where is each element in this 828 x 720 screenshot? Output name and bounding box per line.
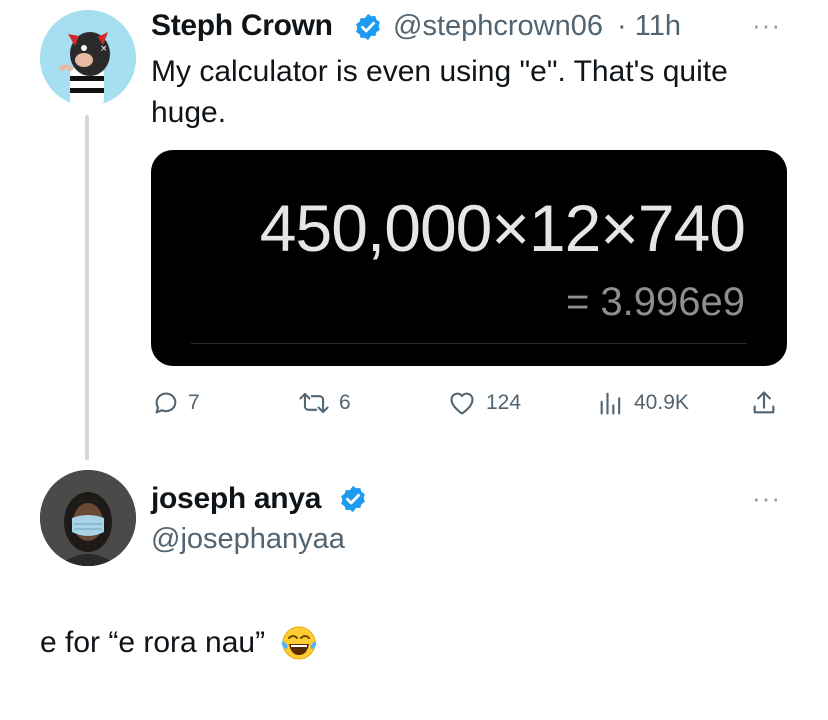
reply-count: 7	[188, 391, 200, 414]
calculator-expression: 450,000×12×740	[259, 191, 746, 265]
reply-text: e for “e rora nau”	[40, 622, 319, 663]
calculator-result: = 3.996e9	[565, 280, 745, 324]
verified-badge-icon	[353, 12, 383, 47]
like-count: 124	[486, 391, 522, 414]
calculator-screenshot[interactable]: 450,000×12×740 = 3.996e9	[151, 150, 787, 366]
heart-icon	[450, 392, 474, 415]
like-button[interactable]: 124	[446, 389, 521, 417]
retweet-count: 6	[339, 391, 351, 414]
more-options-icon[interactable]: ···	[752, 10, 781, 41]
reply-button[interactable]: 7	[152, 389, 200, 417]
tweet-text-line-2: huge.	[151, 96, 227, 129]
views-button[interactable]: 40.9K	[596, 389, 689, 417]
avatar[interactable]	[40, 470, 136, 566]
avatar-photo	[40, 470, 136, 566]
author-name[interactable]: Steph Crown	[151, 9, 333, 43]
reply-author-handle[interactable]: @josephanyaa	[151, 523, 345, 556]
thread-connector-line	[85, 115, 89, 460]
calculator-divider	[191, 343, 747, 344]
reply-author-name[interactable]: joseph anya	[151, 482, 321, 516]
avatar[interactable]: ×	[40, 10, 136, 106]
tears-of-joy-emoji-icon	[279, 623, 319, 663]
share-button[interactable]	[750, 389, 786, 417]
verified-badge-icon	[338, 484, 368, 519]
views-count: 40.9K	[634, 391, 689, 414]
retweet-button[interactable]: 6	[297, 389, 351, 417]
tweet-timestamp[interactable]: · 11h	[617, 10, 681, 43]
share-upload-icon	[753, 391, 775, 414]
more-options-icon[interactable]: ···	[752, 483, 781, 514]
author-handle[interactable]: @stephcrown06	[393, 10, 603, 43]
retweet-icon	[299, 392, 329, 414]
reply-icon	[155, 392, 177, 414]
svg-text:×: ×	[100, 44, 108, 54]
reply-text-content: e for “e rora nau”	[40, 626, 266, 659]
analytics-bar-icon	[600, 392, 621, 415]
tweet-text-line-1: My calculator is even using "e". That's …	[151, 55, 728, 88]
avatar-illustration: ×	[40, 10, 136, 106]
